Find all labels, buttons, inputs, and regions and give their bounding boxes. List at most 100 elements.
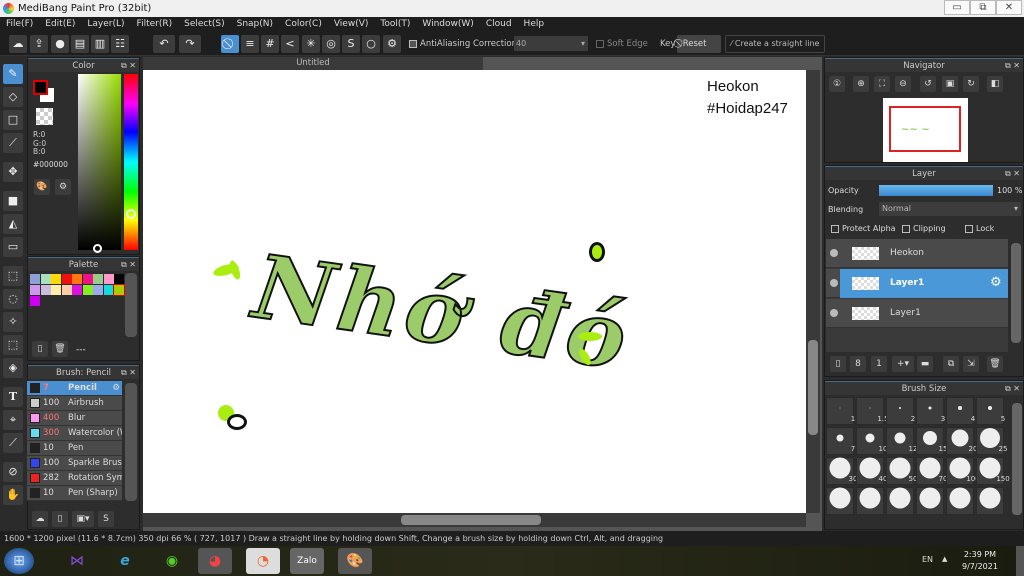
saturation-value-picker[interactable] (78, 74, 121, 253)
visual-studio-icon[interactable]: ⋈ (60, 548, 94, 574)
share-icon[interactable]: ⇪ (30, 35, 48, 53)
shape-tool-icon[interactable]: □ (3, 110, 23, 130)
palette-swatch[interactable] (103, 285, 114, 295)
blending-select[interactable]: Normal ▾ (879, 202, 1021, 216)
gear-icon[interactable]: ⚙ (990, 275, 1002, 290)
perspective-snap-icon[interactable]: < (281, 35, 299, 53)
medibang-icon[interactable]: ◔ (246, 548, 280, 574)
brush-size-cell[interactable]: 15 (916, 427, 947, 455)
layer-row[interactable]: Layer1 ⚙ (826, 269, 1008, 298)
palette-swatch[interactable] (61, 274, 72, 284)
gear-icon[interactable]: ⚙ (112, 381, 120, 396)
brush-settings-icon[interactable]: S (98, 511, 114, 527)
brush-size-cell[interactable]: 10 (856, 427, 887, 455)
brush-item[interactable]: 7 Pencil ⚙ (27, 381, 122, 396)
grid-snap-icon[interactable]: # (261, 35, 279, 53)
navigator-preview[interactable]: ~~ ~ (883, 98, 968, 162)
move-tool-icon[interactable]: ✥ (3, 162, 23, 182)
eyedropper-tool-icon[interactable]: ⊘ (3, 462, 23, 482)
select-tool-icon[interactable]: ⬚ (3, 266, 23, 286)
zoom-in-icon[interactable]: ⊕ (853, 76, 869, 92)
brush-size-cell[interactable] (856, 487, 884, 515)
menu-layer[interactable]: Layer(L) (81, 17, 130, 32)
zalo-icon[interactable]: Zalo (290, 548, 324, 574)
antialiasing-checkbox[interactable]: AntiAliasing (409, 32, 470, 56)
brush-size-cell[interactable] (976, 487, 1004, 515)
palette-swatch[interactable] (40, 285, 51, 295)
brush-size-cell[interactable]: 150 (976, 457, 1010, 485)
cloud-icon[interactable]: ☁ (9, 35, 27, 53)
operation-tool-icon[interactable]: ⌖ (3, 410, 23, 430)
color-settings-icon[interactable]: ⚙ (55, 179, 71, 195)
palette-swatch[interactable] (93, 274, 103, 284)
visibility-icon[interactable] (830, 249, 838, 257)
visibility-icon[interactable] (830, 279, 838, 287)
reset-button[interactable]: ⃠ Reset (677, 35, 721, 53)
float-close-icon[interactable]: ⧉ ✕ (121, 258, 136, 272)
layer-scrollbar[interactable] (1011, 243, 1021, 343)
palette-swatch[interactable] (61, 285, 72, 295)
palette-swatch[interactable] (40, 274, 51, 284)
color-palette-icon[interactable]: 🎨 (34, 179, 50, 195)
brush-size-scrollbar[interactable] (1012, 403, 1022, 515)
palette-swatch[interactable] (72, 285, 82, 295)
protect-alpha-checkbox[interactable]: Protect Alpha (831, 224, 896, 233)
brush-item[interactable]: 300 Watercolor (W (27, 426, 122, 441)
menu-help[interactable]: Help (518, 17, 551, 32)
text-tool-icon[interactable]: T (3, 387, 23, 407)
correction-select[interactable]: 40 ▾ (514, 36, 588, 51)
float-close-icon[interactable]: ⧉ ✕ (1005, 167, 1020, 181)
comment-icon[interactable]: ● (51, 35, 69, 53)
rotate-right-icon[interactable]: ↻ (963, 76, 979, 92)
layer-row[interactable]: Heokon (826, 239, 1008, 268)
parallel-snap-icon[interactable]: ≡ (241, 35, 259, 53)
menu-view[interactable]: View(V) (328, 17, 375, 32)
float-close-icon[interactable]: ⧉ ✕ (121, 59, 136, 73)
brush-size-cell[interactable] (916, 487, 944, 515)
palette-swatch[interactable] (82, 285, 93, 295)
brush-size-cell[interactable]: 25 (976, 427, 1007, 455)
palette-swatch[interactable] (114, 274, 124, 284)
new-layer-icon[interactable]: ▯ (830, 356, 846, 372)
brush-menu-icon[interactable]: ▣▾ (72, 511, 94, 527)
brush-size-cell[interactable] (886, 487, 914, 515)
brush-size-cell[interactable]: 4 (946, 397, 975, 425)
hand-tool-icon[interactable]: ✋ (3, 485, 23, 505)
palette-swatch[interactable] (82, 274, 93, 284)
circle-snap-icon[interactable]: ○ (362, 35, 380, 53)
radial-snap-icon[interactable]: ✳ (302, 35, 320, 53)
drawing-canvas[interactable]: Heokon #Hoidap247 Nhớ đó (143, 70, 806, 513)
rotate-left-icon[interactable]: ↺ (920, 76, 936, 92)
folder-icon[interactable]: ▬ (917, 356, 933, 372)
flip-icon[interactable]: ◧ (987, 76, 1003, 92)
tab-untitled[interactable]: Untitled (143, 57, 483, 70)
divide-tool-icon[interactable]: ⟋ (3, 433, 23, 453)
minimize-button[interactable]: ▭ (944, 0, 970, 15)
close-button[interactable]: ✕ (996, 0, 1022, 15)
float-close-icon[interactable]: ⧉ ✕ (1005, 59, 1020, 73)
palette-swatch[interactable] (30, 274, 40, 284)
redo-icon[interactable]: ↷ (179, 35, 201, 53)
internet-explorer-icon[interactable]: e (108, 548, 142, 574)
transparent-color-swatch[interactable] (36, 108, 53, 125)
brush-size-cell[interactable]: 3 (916, 397, 945, 425)
brush-size-cell[interactable]: 1 (826, 397, 855, 425)
brush-item[interactable]: 282 Rotation Sym (27, 471, 122, 486)
menu-filter[interactable]: Filter(R) (131, 17, 179, 32)
gradient-tool-icon[interactable]: ▭ (3, 237, 23, 257)
palette-swatch[interactable] (72, 274, 82, 284)
delete-layer-icon[interactable]: 🗑 (987, 356, 1003, 372)
brush-size-cell[interactable] (826, 487, 854, 515)
new-brush-icon[interactable]: ▯ (52, 511, 68, 527)
dot-tool-icon[interactable]: ⟋ (3, 133, 23, 153)
menu-snap[interactable]: Snap(N) (231, 17, 279, 32)
palette-swatch[interactable] (51, 285, 61, 295)
palette-swatch[interactable] (93, 285, 103, 295)
brush-scrollbar[interactable] (125, 383, 137, 501)
visibility-icon[interactable] (830, 309, 838, 317)
cloud-download-icon[interactable]: ☁ (32, 511, 48, 527)
message-icon[interactable]: ▤ (71, 35, 89, 53)
clipping-checkbox[interactable]: Clipping (902, 224, 946, 233)
new-1bit-layer-icon[interactable]: 1 (871, 356, 887, 372)
reset-view-icon[interactable]: ▣ (942, 76, 958, 92)
